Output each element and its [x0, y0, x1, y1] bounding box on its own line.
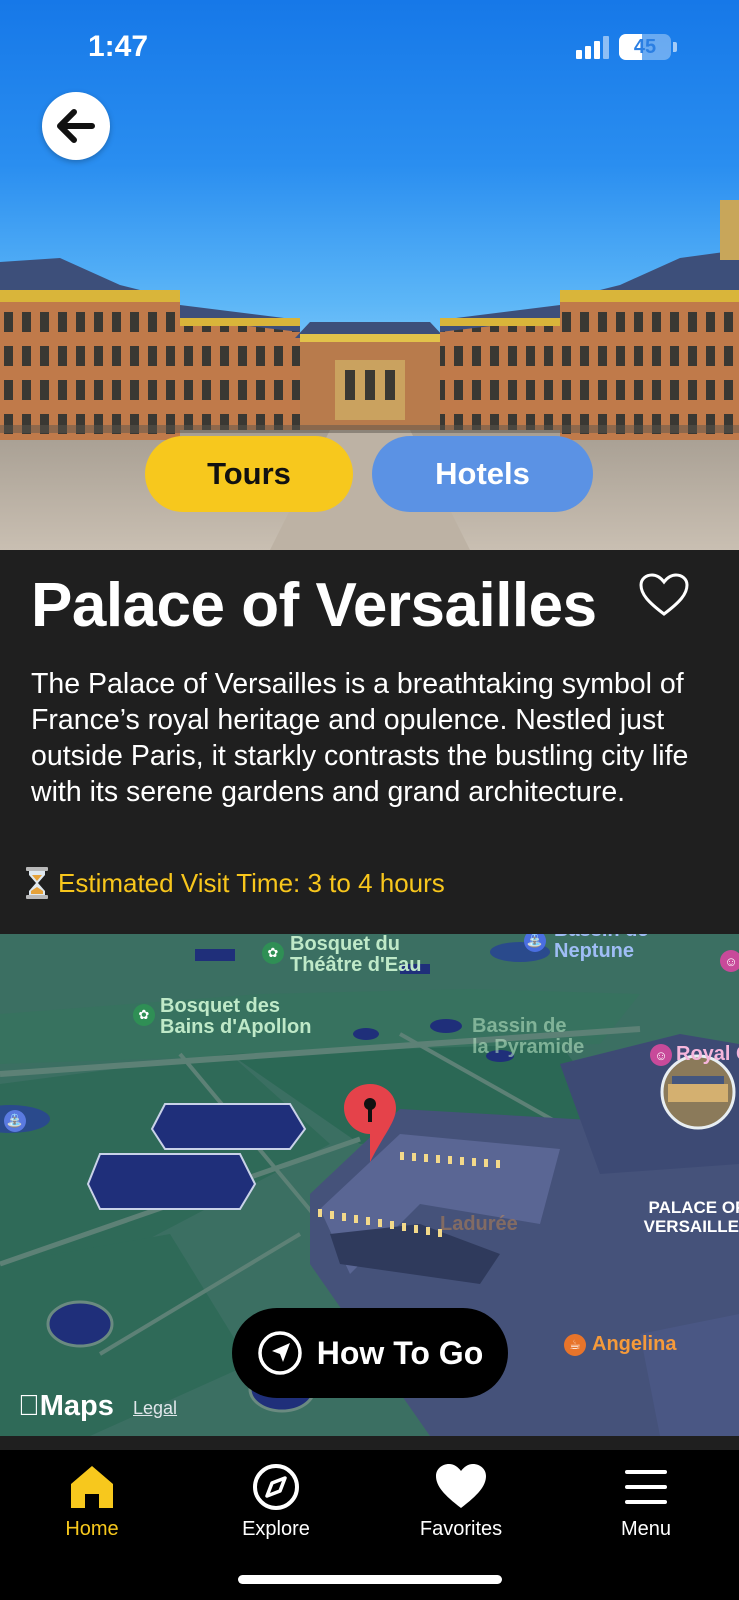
map-label-royal[interactable]: Royal C [676, 1044, 739, 1065]
tab-menu-label: Menu [620, 1518, 672, 1540]
place-info: Palace of Versailles The Palace of Versa… [0, 550, 739, 934]
battery-level: 45 [633, 35, 657, 58]
heart-icon [436, 1464, 486, 1508]
visit-time-text: Estimated Visit Time: 3 to 4 hours [58, 867, 445, 898]
tab-home[interactable]: Home [27, 1462, 157, 1541]
battery-icon: 45 [619, 34, 671, 60]
legal-link[interactable]: Legal [133, 1398, 177, 1419]
status-time: 1:47 [88, 30, 149, 63]
battery-cap [673, 42, 677, 52]
signal-icon [576, 35, 609, 59]
tab-menu[interactable]: Menu [581, 1462, 711, 1541]
hero-image: 1:47 45 Tours Hotels [0, 0, 739, 550]
home-indicator [238, 1575, 502, 1584]
palace-photo [0, 200, 739, 550]
compass-icon [253, 1464, 299, 1510]
fountain-icon: ⛲ [4, 1110, 26, 1132]
tab-explore-label: Explore [242, 1518, 310, 1540]
how-to-go-label: How To Go [316, 1334, 484, 1371]
cafe-icon: ☕ [564, 1334, 586, 1356]
map-label-palace[interactable]: PALACE OFVERSAILLES [642, 1198, 739, 1236]
hamburger-menu-icon [625, 1470, 667, 1504]
map-label-angelina[interactable]: Angelina [592, 1334, 676, 1355]
heart-outline-icon[interactable] [638, 572, 690, 618]
maps-brand: Maps [18, 1390, 114, 1422]
visit-time-row: Estimated Visit Time: 3 to 4 hours [24, 866, 445, 900]
how-to-go-button[interactable]: How To Go [232, 1308, 508, 1398]
status-indicators: 45 [576, 34, 677, 60]
home-icon [71, 1466, 113, 1508]
arrow-left-icon [57, 109, 95, 143]
map-label-bassin-pyramide[interactable]: Bassin de la Pyramide [472, 1016, 584, 1058]
map-label-bosquet-apollon[interactable]: Bosquet des Bains d'Apollon [160, 996, 311, 1038]
navigation-icon [258, 1331, 302, 1375]
apple-logo-icon:  [18, 1390, 40, 1422]
back-button[interactable] [42, 92, 110, 160]
tours-button[interactable]: Tours [145, 436, 353, 512]
map-label-bosquet-theatre[interactable]: Bosquet du Théâtre d'Eau [290, 934, 421, 976]
place-description: The Palace of Versailles is a breathtaki… [31, 668, 689, 808]
hourglass-icon [26, 867, 48, 899]
apple-maps-logo: Maps [18, 1390, 114, 1423]
tab-favorites[interactable]: Favorites [396, 1462, 526, 1541]
theater-icon: ☺ [650, 1044, 672, 1066]
garden-icon: ✿ [133, 1004, 155, 1026]
hotels-button[interactable]: Hotels [372, 436, 593, 512]
map-label-laduree[interactable]: Ladurée [440, 1214, 518, 1235]
tab-favorites-label: Favorites [419, 1518, 503, 1540]
tab-explore[interactable]: Explore [211, 1462, 341, 1541]
tab-home-label: Home [65, 1518, 119, 1540]
theater-icon: ☺ [720, 950, 739, 972]
map-label-bassin-neptune[interactable]: Bassin deNeptune [554, 934, 648, 962]
place-title: Palace of Versailles [31, 571, 597, 640]
garden-icon: ✿ [262, 942, 284, 964]
